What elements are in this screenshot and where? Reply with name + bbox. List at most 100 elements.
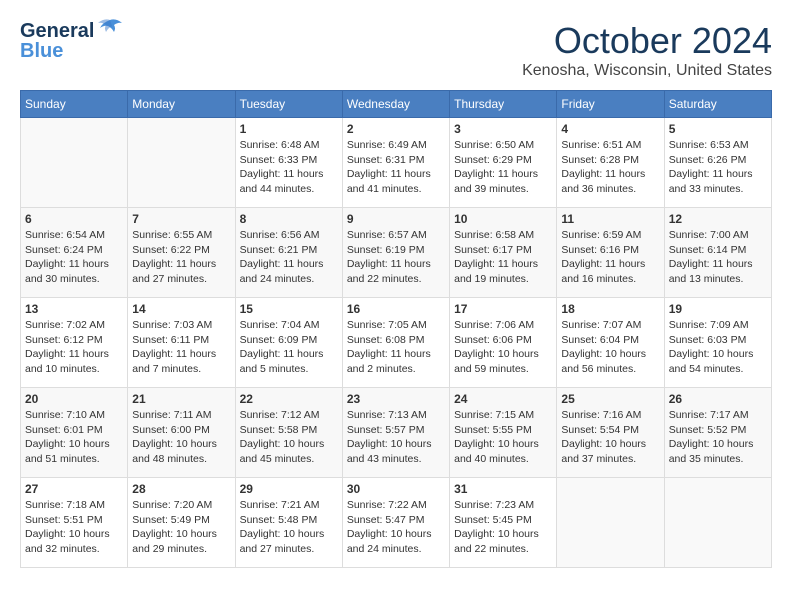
- calendar-week-row: 6Sunrise: 6:54 AM Sunset: 6:24 PM Daylig…: [21, 208, 772, 298]
- day-number: 30: [347, 482, 445, 496]
- calendar-cell: 21 Sunrise: 7:11 AM Sunset: 6:00 PM Dayli…: [128, 388, 235, 478]
- day-of-week-header: Thursday: [450, 91, 557, 118]
- day-content: Sunrise: 6:49 AM Sunset: 6:31 PM Dayligh…: [347, 138, 445, 197]
- calendar-cell: 20Sunrise: 7:10 AM Sunset: 6:01 PM Dayli…: [21, 388, 128, 478]
- calendar-cell: 11Sunrise: 6:59 AM Sunset: 6:16 PM Dayli…: [557, 208, 664, 298]
- calendar-header-row: SundayMondayTuesdayWednesdayThursdayFrid…: [21, 91, 772, 118]
- day-number: 21: [132, 392, 230, 406]
- calendar-cell: 12 Sunrise: 7:00 AM Sunset: 6:14 PM Dayli…: [664, 208, 771, 298]
- day-number: 8: [240, 212, 338, 226]
- calendar-cell: 18Sunrise: 7:07 AM Sunset: 6:04 PM Dayli…: [557, 298, 664, 388]
- calendar-cell: 27Sunrise: 7:18 AM Sunset: 5:51 PM Dayli…: [21, 478, 128, 568]
- day-content: Sunrise: 7:16 AM Sunset: 5:54 PM Dayligh…: [561, 408, 659, 467]
- day-number: 20: [25, 392, 123, 406]
- day-content: Sunrise: 7:03 AM Sunset: 6:11 PM Dayligh…: [132, 318, 230, 377]
- calendar-cell: 6Sunrise: 6:54 AM Sunset: 6:24 PM Daylig…: [21, 208, 128, 298]
- day-number: 22: [240, 392, 338, 406]
- calendar-cell: 3 Sunrise: 6:50 AM Sunset: 6:29 PM Daylig…: [450, 118, 557, 208]
- day-content: Sunrise: 6:58 AM Sunset: 6:17 PM Dayligh…: [454, 228, 552, 287]
- calendar-cell: 16Sunrise: 7:05 AM Sunset: 6:08 PM Dayli…: [342, 298, 449, 388]
- day-content: Sunrise: 7:11 AM Sunset: 6:00 PM Dayligh…: [132, 408, 230, 467]
- calendar-cell: 24Sunrise: 7:15 AM Sunset: 5:55 PM Dayli…: [450, 388, 557, 478]
- logo-blue: Blue: [20, 40, 124, 62]
- day-number: 13: [25, 302, 123, 316]
- calendar-cell: 8Sunrise: 6:56 AM Sunset: 6:21 PM Daylig…: [235, 208, 342, 298]
- day-content: Sunrise: 6:50 AM Sunset: 6:29 PM Dayligh…: [454, 138, 552, 197]
- day-number: 26: [669, 392, 767, 406]
- day-content: Sunrise: 7:23 AM Sunset: 5:45 PM Dayligh…: [454, 498, 552, 557]
- day-number: 29: [240, 482, 338, 496]
- calendar-cell: 10 Sunrise: 6:58 AM Sunset: 6:17 PM Dayli…: [450, 208, 557, 298]
- day-of-week-header: Monday: [128, 91, 235, 118]
- calendar-cell: 31 Sunrise: 7:23 AM Sunset: 5:45 PM Dayli…: [450, 478, 557, 568]
- logo-bird-icon: [96, 18, 124, 40]
- day-number: 24: [454, 392, 552, 406]
- day-number: 28: [132, 482, 230, 496]
- calendar-cell: 25Sunrise: 7:16 AM Sunset: 5:54 PM Dayli…: [557, 388, 664, 478]
- day-number: 31: [454, 482, 552, 496]
- day-number: 1: [240, 122, 338, 136]
- day-of-week-header: Saturday: [664, 91, 771, 118]
- day-content: Sunrise: 6:48 AM Sunset: 6:33 PM Dayligh…: [240, 138, 338, 197]
- calendar-cell: 30 Sunrise: 7:22 AM Sunset: 5:47 PM Dayli…: [342, 478, 449, 568]
- header: General Blue October 2024 Kenosha, Wisco…: [20, 20, 772, 80]
- calendar-cell: [128, 118, 235, 208]
- calendar-cell: 14 Sunrise: 7:03 AM Sunset: 6:11 PM Dayli…: [128, 298, 235, 388]
- day-content: Sunrise: 7:22 AM Sunset: 5:47 PM Dayligh…: [347, 498, 445, 557]
- day-content: Sunrise: 6:54 AM Sunset: 6:24 PM Dayligh…: [25, 228, 123, 287]
- day-number: 10: [454, 212, 552, 226]
- day-number: 14: [132, 302, 230, 316]
- day-content: Sunrise: 7:09 AM Sunset: 6:03 PM Dayligh…: [669, 318, 767, 377]
- calendar-cell: 23 Sunrise: 7:13 AM Sunset: 5:57 PM Dayli…: [342, 388, 449, 478]
- calendar-cell: 28 Sunrise: 7:20 AM Sunset: 5:49 PM Dayli…: [128, 478, 235, 568]
- day-number: 12: [669, 212, 767, 226]
- day-number: 5: [669, 122, 767, 136]
- day-of-week-header: Friday: [557, 91, 664, 118]
- calendar-cell: 26Sunrise: 7:17 AM Sunset: 5:52 PM Dayli…: [664, 388, 771, 478]
- day-number: 3: [454, 122, 552, 136]
- day-content: Sunrise: 7:20 AM Sunset: 5:49 PM Dayligh…: [132, 498, 230, 557]
- calendar-cell: 1 Sunrise: 6:48 AM Sunset: 6:33 PM Daylig…: [235, 118, 342, 208]
- day-of-week-header: Wednesday: [342, 91, 449, 118]
- day-content: Sunrise: 7:05 AM Sunset: 6:08 PM Dayligh…: [347, 318, 445, 377]
- calendar-cell: 19 Sunrise: 7:09 AM Sunset: 6:03 PM Dayli…: [664, 298, 771, 388]
- day-content: Sunrise: 7:18 AM Sunset: 5:51 PM Dayligh…: [25, 498, 123, 557]
- day-content: Sunrise: 7:07 AM Sunset: 6:04 PM Dayligh…: [561, 318, 659, 377]
- day-content: Sunrise: 7:00 AM Sunset: 6:14 PM Dayligh…: [669, 228, 767, 287]
- day-number: 19: [669, 302, 767, 316]
- day-content: Sunrise: 7:06 AM Sunset: 6:06 PM Dayligh…: [454, 318, 552, 377]
- day-number: 9: [347, 212, 445, 226]
- calendar-cell: 5 Sunrise: 6:53 AM Sunset: 6:26 PM Daylig…: [664, 118, 771, 208]
- day-number: 17: [454, 302, 552, 316]
- day-number: 2: [347, 122, 445, 136]
- calendar-cell: 29Sunrise: 7:21 AM Sunset: 5:48 PM Dayli…: [235, 478, 342, 568]
- day-number: 7: [132, 212, 230, 226]
- calendar-cell: 4 Sunrise: 6:51 AM Sunset: 6:28 PM Daylig…: [557, 118, 664, 208]
- day-number: 23: [347, 392, 445, 406]
- day-number: 15: [240, 302, 338, 316]
- calendar-cell: [21, 118, 128, 208]
- calendar-cell: 13 Sunrise: 7:02 AM Sunset: 6:12 PM Dayli…: [21, 298, 128, 388]
- day-content: Sunrise: 7:13 AM Sunset: 5:57 PM Dayligh…: [347, 408, 445, 467]
- day-content: Sunrise: 6:53 AM Sunset: 6:26 PM Dayligh…: [669, 138, 767, 197]
- title-section: October 2024 Kenosha, Wisconsin, United …: [522, 20, 772, 80]
- day-of-week-header: Tuesday: [235, 91, 342, 118]
- calendar-body: 1 Sunrise: 6:48 AM Sunset: 6:33 PM Daylig…: [21, 118, 772, 568]
- calendar-cell: 9 Sunrise: 6:57 AM Sunset: 6:19 PM Daylig…: [342, 208, 449, 298]
- day-content: Sunrise: 7:04 AM Sunset: 6:09 PM Dayligh…: [240, 318, 338, 377]
- day-of-week-header: Sunday: [21, 91, 128, 118]
- logo: General Blue: [20, 20, 124, 62]
- day-number: 4: [561, 122, 659, 136]
- day-number: 11: [561, 212, 659, 226]
- day-content: Sunrise: 6:51 AM Sunset: 6:28 PM Dayligh…: [561, 138, 659, 197]
- calendar-week-row: 1 Sunrise: 6:48 AM Sunset: 6:33 PM Daylig…: [21, 118, 772, 208]
- calendar-cell: 2 Sunrise: 6:49 AM Sunset: 6:31 PM Daylig…: [342, 118, 449, 208]
- day-content: Sunrise: 7:02 AM Sunset: 6:12 PM Dayligh…: [25, 318, 123, 377]
- calendar-table: SundayMondayTuesdayWednesdayThursdayFrid…: [20, 90, 772, 568]
- calendar-cell: [557, 478, 664, 568]
- calendar-cell: 7Sunrise: 6:55 AM Sunset: 6:22 PM Daylig…: [128, 208, 235, 298]
- location-title: Kenosha, Wisconsin, United States: [522, 62, 772, 80]
- calendar-cell: [664, 478, 771, 568]
- day-content: Sunrise: 6:57 AM Sunset: 6:19 PM Dayligh…: [347, 228, 445, 287]
- logo-general: General: [20, 20, 94, 42]
